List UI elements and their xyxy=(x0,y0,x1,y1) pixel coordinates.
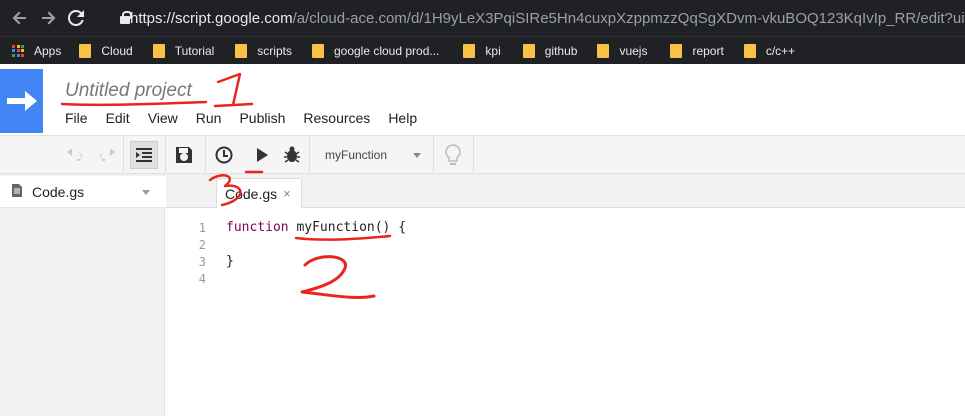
code-function-name: myFunction xyxy=(296,220,375,235)
folder-icon xyxy=(235,43,248,58)
menu-bar: File Edit View Run Publish Resources Hel… xyxy=(65,110,435,126)
tab-code-gs[interactable]: Code.gs × xyxy=(216,178,302,208)
bookmark-folder[interactable]: scripts xyxy=(235,39,292,63)
file-sidebar: Code.gs xyxy=(0,174,165,416)
line-number: 4 xyxy=(198,272,206,286)
tab-label: Code.gs xyxy=(225,185,278,202)
file-name: Code.gs xyxy=(32,183,85,200)
save-icon[interactable] xyxy=(172,141,196,169)
folder-icon xyxy=(743,43,756,58)
bookmark-folder[interactable]: google cloud prod... xyxy=(311,39,440,63)
bookmark-folder[interactable]: Cloud xyxy=(79,39,133,63)
menu-edit[interactable]: Edit xyxy=(106,110,130,126)
bookmark-apps[interactable]: Apps xyxy=(0,39,61,63)
chevron-down-icon[interactable] xyxy=(142,190,150,195)
project-title[interactable]: Untitled project xyxy=(65,80,192,102)
browser-toolbar: https://script.google.com/a/cloud-ace.co… xyxy=(0,0,965,36)
triggers-clock-icon[interactable] xyxy=(212,141,236,169)
bookmark-label: Cloud xyxy=(101,43,133,58)
line-number: 2 xyxy=(198,238,206,252)
reload-icon[interactable] xyxy=(62,4,90,32)
code-line-1: function myFunction() { xyxy=(226,220,406,235)
redo-icon[interactable] xyxy=(94,141,118,169)
arrow-right-icon xyxy=(6,91,37,111)
bookmark-label: google cloud prod... xyxy=(333,43,440,58)
menu-view[interactable]: View xyxy=(148,110,178,126)
folder-icon xyxy=(79,43,92,58)
line-number: 3 xyxy=(198,255,206,269)
code-keyword: function xyxy=(226,220,289,235)
menu-run[interactable]: Run xyxy=(196,110,222,126)
function-select[interactable]: myFunction xyxy=(313,141,433,169)
file-item-code-gs[interactable]: Code.gs xyxy=(0,176,165,208)
bookmark-folder[interactable]: report xyxy=(670,39,724,63)
bookmark-folder[interactable]: github xyxy=(522,39,578,63)
debug-bug-icon[interactable] xyxy=(280,141,304,169)
bookmark-folder[interactable]: vuejs xyxy=(597,39,647,63)
folder-icon xyxy=(670,43,683,58)
code-editor[interactable] xyxy=(216,208,965,416)
bookmark-folder[interactable]: kpi xyxy=(463,39,501,63)
bookmark-label: scripts xyxy=(257,43,292,58)
bookmark-label: kpi xyxy=(485,43,501,58)
menu-file[interactable]: File xyxy=(65,110,88,126)
line-number: 1 xyxy=(198,221,206,235)
bookmark-folder[interactable]: Tutorial xyxy=(152,39,215,63)
editor-header: Untitled project File Edit View Run Publ… xyxy=(0,64,965,136)
code-line-1-rest: () { xyxy=(374,220,407,235)
function-select-value: myFunction xyxy=(325,148,388,162)
forward-arrow-icon[interactable] xyxy=(34,4,62,32)
lightbulb-icon[interactable] xyxy=(440,141,466,169)
apps-grid-icon xyxy=(12,44,24,57)
folder-icon xyxy=(152,43,165,58)
bookmark-label: report xyxy=(692,43,724,58)
undo-icon[interactable] xyxy=(64,141,88,169)
back-arrow-icon[interactable] xyxy=(6,4,34,32)
menu-resources[interactable]: Resources xyxy=(303,110,370,126)
bookmark-label: vuejs xyxy=(619,43,648,58)
code-line-3: } xyxy=(226,254,234,269)
bookmark-label: Tutorial xyxy=(174,43,215,58)
bookmark-label: c/c++ xyxy=(765,43,796,58)
editor-toolbar: myFunction xyxy=(0,136,965,174)
indent-icon[interactable] xyxy=(130,141,158,169)
bookmarks-bar: Apps Cloud Tutorial scripts google cloud… xyxy=(0,36,965,64)
run-play-icon[interactable] xyxy=(252,141,272,169)
bookmark-folder[interactable]: c/c++ xyxy=(743,39,796,63)
chevron-down-icon xyxy=(413,153,421,158)
folder-icon xyxy=(522,43,535,58)
close-icon[interactable]: × xyxy=(283,186,291,201)
editor-tabstrip: Code.gs × xyxy=(166,174,965,208)
folder-icon xyxy=(463,43,476,58)
menu-publish[interactable]: Publish xyxy=(239,110,285,126)
url-host: https://script.google.com xyxy=(130,9,293,27)
address-bar[interactable]: https://script.google.com/a/cloud-ace.co… xyxy=(112,4,965,32)
url-path: /a/cloud-ace.com/d/1H9yLeX3PqiSIRe5Hn4cu… xyxy=(292,9,965,27)
folder-icon xyxy=(597,43,610,58)
document-icon xyxy=(12,183,22,200)
bookmark-label: github xyxy=(544,43,578,58)
menu-help[interactable]: Help xyxy=(388,110,417,126)
apps-script-logo[interactable] xyxy=(0,69,43,133)
bookmark-label: Apps xyxy=(34,43,62,58)
folder-icon xyxy=(311,43,324,58)
